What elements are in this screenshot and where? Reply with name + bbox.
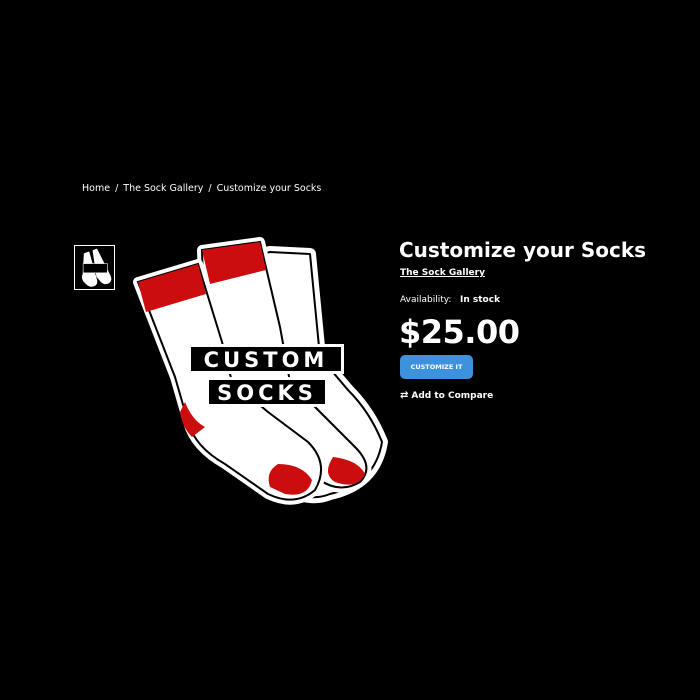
availability-label: Availability:	[400, 295, 452, 305]
breadcrumb-gallery-link[interactable]: The Sock Gallery	[123, 183, 203, 194]
add-to-compare-link[interactable]: ⇄ Add to Compare	[400, 390, 493, 401]
thumbnail-sock-image	[81, 248, 112, 287]
swap-arrows-icon: ⇄	[400, 390, 409, 401]
product-main-image: CUSTOM SOCKS	[133, 237, 388, 505]
product-price: $25.00	[399, 313, 520, 351]
customize-button[interactable]: CUSTOMIZE IT	[400, 355, 473, 379]
logo-text-socks: SOCKS	[217, 381, 317, 405]
breadcrumb-separator: /	[115, 183, 119, 194]
compare-label: Add to Compare	[411, 390, 494, 401]
product-title: Customize your Socks	[399, 238, 647, 262]
product-thumbnail[interactable]	[74, 245, 115, 290]
breadcrumb-home-link[interactable]: Home	[82, 183, 110, 194]
logo-text-custom: CUSTOM	[204, 348, 329, 372]
breadcrumb-separator: /	[208, 183, 212, 194]
availability-row: Availability: In stock	[400, 295, 500, 305]
breadcrumb-current: Customize your Socks	[216, 183, 322, 194]
brand-link[interactable]: The Sock Gallery	[400, 268, 485, 278]
breadcrumb: Home / The Sock Gallery / Customize your…	[82, 183, 321, 194]
stock-status: In stock	[460, 295, 501, 305]
product-page: Home / The Sock Gallery / Customize your…	[0, 0, 700, 700]
